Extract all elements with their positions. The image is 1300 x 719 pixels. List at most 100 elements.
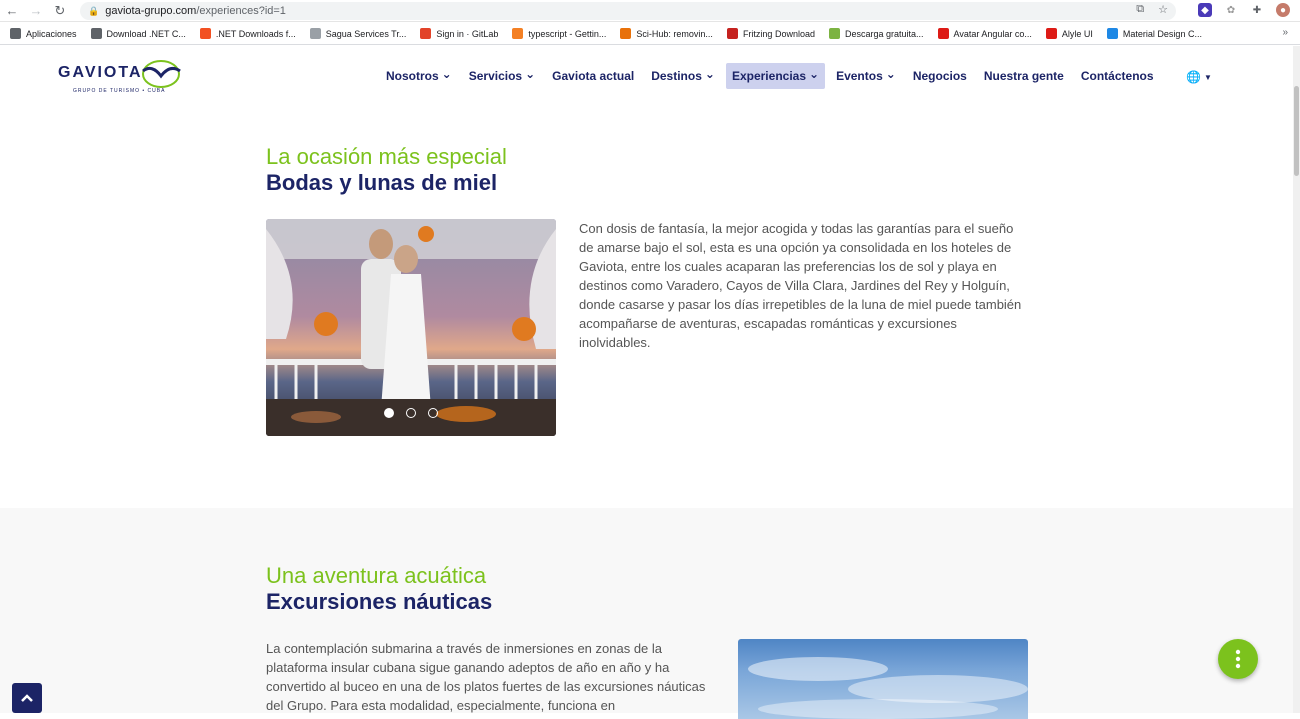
bookmarks-bar: Aplicaciones Download .NET C... .NET Downl…: [0, 23, 1300, 45]
carousel-indicators: [384, 408, 438, 418]
carousel-dot[interactable]: [406, 408, 416, 418]
reload-icon[interactable]: ↻: [48, 0, 72, 22]
back-arrow-icon[interactable]: ←: [0, 0, 24, 22]
page-scrollbar[interactable]: [1293, 46, 1300, 713]
globe-icon: 🌐: [1186, 70, 1201, 84]
menu-item-gaviota-actual[interactable]: Gaviota actual: [546, 63, 640, 89]
gitlab-icon: [420, 28, 432, 39]
chevron-down-icon: ⌄: [809, 67, 820, 81]
chevron-down-icon: ⌄: [441, 67, 452, 81]
bookmark-star-icon[interactable]: ☆: [1158, 3, 1168, 16]
bookmark-item[interactable]: Sagua Services Tr...: [309, 28, 407, 39]
bookmarks-overflow-button[interactable]: »: [1282, 27, 1288, 38]
address-bar[interactable]: 🔒 gaviota-grupo.com/experiences?id=1 ⧉ ☆: [80, 2, 1176, 20]
menu-item-label: Nuestra gente: [983, 69, 1064, 83]
bookmark-item[interactable]: Material Design C...: [1106, 28, 1202, 39]
menu-item-destinos[interactable]: Destinos ⌄: [645, 63, 721, 89]
url-path: /experiences?id=1: [196, 5, 286, 17]
menu-item-label: Experiencias: [731, 69, 806, 83]
section-title: Excursiones náuticas: [266, 589, 493, 614]
extensions-puzzle-icon[interactable]: ✚: [1250, 3, 1264, 17]
forward-arrow-icon[interactable]: →: [24, 0, 48, 22]
bookmark-label: Material Design C...: [1122, 28, 1202, 39]
language-selector[interactable]: 🌐 ▼: [1186, 70, 1212, 84]
bookmark-label: Download .NET C...: [106, 28, 186, 39]
scroll-to-top-button[interactable]: [12, 683, 42, 713]
menu-item-label: Eventos: [836, 69, 883, 83]
section-body-text: Con dosis de fantasía, la mejor acogida …: [579, 221, 1022, 350]
menu-item-label: Contáctenos: [1080, 69, 1154, 83]
microsoft-icon: [199, 28, 211, 39]
bookmark-item[interactable]: .NET Downloads f...: [199, 28, 296, 39]
angular-icon: [1045, 28, 1057, 39]
gaviota-logo[interactable]: GAVIOTA GRUPO DE TURISMO • CUBA: [58, 58, 188, 100]
chevron-down-icon: ⌄: [704, 67, 715, 81]
bookmark-label: typescript - Gettin...: [528, 28, 607, 39]
bookmark-item[interactable]: Descarga gratuita...: [828, 28, 924, 39]
more-options-fab[interactable]: [1218, 639, 1258, 679]
menu-item-experiencias[interactable]: Experiencias ⌄: [725, 63, 826, 89]
open-in-app-icon[interactable]: ⧉: [1136, 3, 1144, 16]
menu-item-negocios[interactable]: Negocios: [907, 63, 973, 89]
material-icon: [1106, 28, 1118, 39]
bookmark-label: Sign in · GitLab: [436, 28, 499, 39]
menu-item-servicios[interactable]: Servicios ⌄: [463, 63, 541, 89]
bookmark-label: Fritzing Download: [742, 28, 815, 39]
browser-toolbar: ← → ↻ 🔒 gaviota-grupo.com/experiences?id…: [0, 0, 1300, 22]
bookmark-item[interactable]: Download .NET C...: [90, 28, 186, 39]
bookmark-item[interactable]: typescript - Gettin...: [512, 28, 606, 39]
bird-icon: [309, 28, 321, 39]
menu-item-cont-ctenos[interactable]: Contáctenos: [1075, 63, 1160, 89]
section-nautical: Una aventura acuática Excursiones náutic…: [0, 508, 1293, 719]
main-menu: Nosotros ⌄ Servicios ⌄ Gaviota actual Destino…: [380, 63, 1165, 89]
bookmark-item[interactable]: Aplicaciones: [10, 28, 77, 39]
bookmark-label: Descarga gratuita...: [844, 28, 924, 39]
seagull-logo-icon: [142, 60, 181, 88]
bookmark-item[interactable]: Avatar Angular co...: [937, 28, 1032, 39]
menu-item-eventos[interactable]: Eventos ⌄: [830, 63, 902, 89]
chevron-up-icon: [21, 694, 33, 702]
url-host: gaviota-grupo.com: [105, 5, 197, 17]
bookmark-label: .NET Downloads f...: [215, 28, 296, 39]
angular-icon: [937, 28, 949, 39]
section-kicker: La ocasión más especial: [266, 144, 507, 169]
carousel-dot[interactable]: [384, 408, 394, 418]
extension-clover-icon[interactable]: ✿: [1224, 3, 1238, 17]
scrollbar-thumb[interactable]: [1294, 86, 1299, 176]
menu-item-label: Gaviota actual: [552, 69, 635, 83]
caret-down-icon: ▼: [1203, 72, 1212, 82]
logo-text: GAVIOTA: [58, 64, 143, 81]
section-weddings: La ocasión más especial Bodas y lunas de…: [0, 110, 1293, 508]
section-title: Bodas y lunas de miel: [266, 170, 498, 195]
bookmark-item[interactable]: Sci-Hub: removin...: [620, 28, 713, 39]
bookmark-item[interactable]: Fritzing Download: [726, 28, 815, 39]
chevron-down-icon: ⌄: [525, 67, 536, 81]
menu-item-label: Nosotros: [386, 69, 439, 83]
nautical-sky-photo[interactable]: [738, 639, 1028, 719]
lock-icon: 🔒: [88, 5, 100, 16]
menu-item-label: Negocios: [912, 69, 967, 83]
bookmark-label: Aplicaciones: [26, 28, 77, 39]
extension-badge-icon[interactable]: ◆: [1198, 3, 1212, 17]
apps-grid-icon: [10, 28, 21, 39]
site-header: GAVIOTA GRUPO DE TURISMO • CUBA Nosotros…: [0, 46, 1293, 110]
fritzing-icon: [726, 28, 738, 39]
vertical-dots-icon: [1235, 649, 1241, 669]
bookmark-label: Alyle UI: [1061, 28, 1093, 39]
menu-item-nuestra-gente[interactable]: Nuestra gente: [978, 63, 1070, 89]
bookmark-item[interactable]: Alyle UI: [1045, 28, 1093, 39]
profile-avatar-icon[interactable]: ●: [1276, 3, 1290, 17]
chevron-down-icon: ⌄: [885, 67, 896, 81]
sky-clouds-image: [748, 657, 1028, 719]
menu-item-label: Servicios: [468, 69, 523, 83]
stackoverflow-icon: [512, 28, 524, 39]
wedding-photo-carousel[interactable]: [266, 219, 556, 436]
download-arrow-icon: [828, 28, 840, 39]
bookmark-label: Sagua Services Tr...: [325, 28, 407, 39]
bookmark-item[interactable]: Sign in · GitLab: [420, 28, 498, 39]
carousel-dot[interactable]: [428, 408, 438, 418]
globe-icon: [90, 28, 102, 39]
bookmark-label: Avatar Angular co...: [953, 28, 1032, 39]
section-kicker: Una aventura acuática: [266, 563, 487, 588]
menu-item-nosotros[interactable]: Nosotros ⌄: [380, 63, 458, 89]
